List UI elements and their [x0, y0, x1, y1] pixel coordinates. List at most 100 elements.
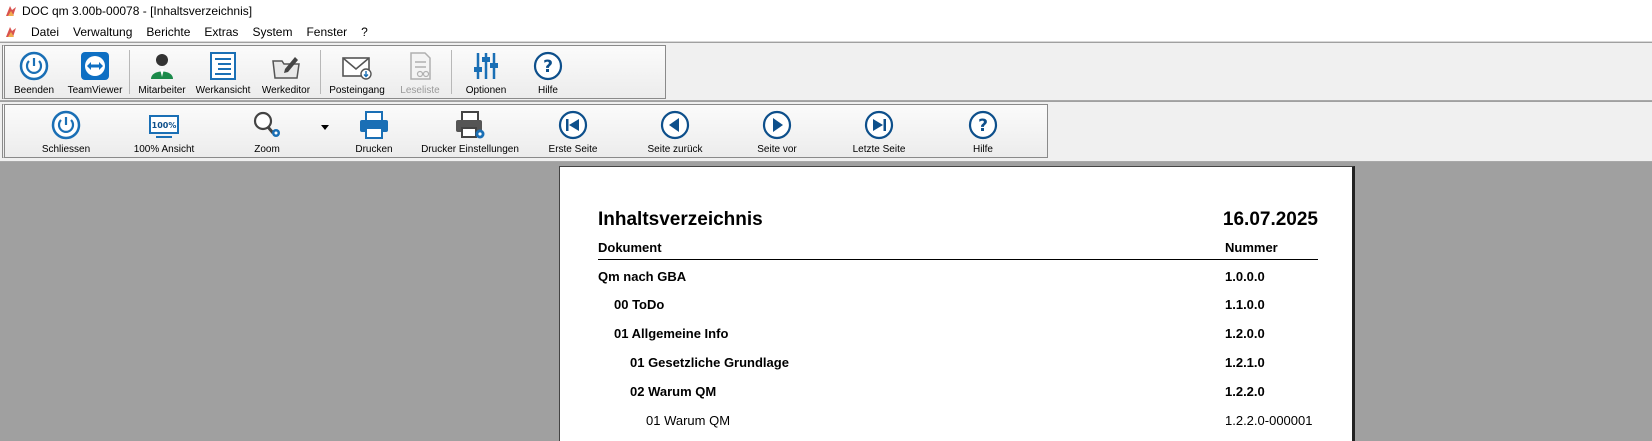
menu-extras[interactable]: Extras — [197, 25, 245, 39]
leseliste-label: Leseliste — [400, 85, 440, 96]
seite-vor-button[interactable]: Seite vor — [727, 105, 827, 157]
row-title: 02 Warum QM — [630, 384, 717, 399]
next-page-icon — [762, 110, 792, 140]
column-header-number: Nummer — [1225, 240, 1278, 255]
beenden-button[interactable]: Beenden — [5, 46, 63, 98]
svg-text:?: ? — [543, 57, 553, 77]
mitarbeiter-label: Mitarbeiter — [138, 85, 186, 96]
first-page-icon — [558, 110, 588, 140]
last-page-icon — [864, 110, 894, 140]
mitarbeiter-button[interactable]: Mitarbeiter — [132, 46, 192, 98]
hilfe-button[interactable]: ? Hilfe — [518, 46, 578, 98]
user-icon — [151, 54, 173, 79]
reading-list-icon — [410, 52, 431, 80]
menu-system[interactable]: System — [245, 25, 299, 39]
seite-vor-label: Seite vor — [757, 144, 797, 155]
table-row: 02 Warum QM 1.2.2.0 — [560, 384, 1352, 404]
menu-fenster[interactable]: Fenster — [299, 25, 354, 39]
row-number: 1.2.0.0 — [1225, 326, 1265, 341]
help-icon: ? — [968, 110, 998, 140]
drucker-einstellungen-label: Drucker Einstellungen — [421, 144, 519, 155]
preview-hilfe-label: Hilfe — [972, 144, 993, 155]
window-title: DOC qm 3.00b-00078 - [Inhaltsverzeichnis… — [22, 4, 253, 18]
ansicht-100-label: 100% Ansicht — [133, 144, 195, 155]
printer-icon — [360, 111, 388, 139]
menu-datei[interactable]: Datei — [24, 25, 66, 39]
preview-area[interactable]: Inhaltsverzeichnis 16.07.2025 Dokument N… — [0, 163, 1652, 441]
zoom-button[interactable]: Zoom — [215, 105, 319, 157]
leseliste-button[interactable]: Leseliste — [391, 46, 449, 98]
toolbar-separator — [129, 50, 130, 94]
beenden-label: Beenden — [13, 85, 55, 96]
toolbar-separator — [320, 50, 321, 94]
help-icon: ? — [533, 51, 563, 81]
werkeditor-button[interactable]: Werkeditor — [254, 46, 318, 98]
optionen-button[interactable]: Optionen — [454, 46, 518, 98]
row-title: 01 Warum QM — [646, 413, 731, 428]
teamviewer-icon — [81, 52, 109, 80]
ansicht-100-button[interactable]: 100% 100% Ansicht — [113, 105, 215, 157]
seite-zurueck-label: Seite zurück — [647, 144, 703, 155]
table-row: 00 ToDo 1.1.0.0 — [560, 297, 1352, 317]
werkansicht-button[interactable]: Werkansicht — [192, 46, 254, 98]
toolbar-separator — [451, 50, 452, 94]
posteingang-label: Posteingang — [329, 85, 385, 96]
werkeditor-label: Werkeditor — [261, 85, 311, 96]
werkansicht-label: Werkansicht — [195, 85, 251, 96]
erste-seite-button[interactable]: Erste Seite — [523, 105, 623, 157]
document-list-icon — [210, 52, 236, 80]
preview-toolbar-band: Schliessen 100% 100% Ansicht Zoom Drucke… — [0, 102, 1652, 162]
zoom-dropdown-button[interactable] — [319, 105, 331, 157]
table-row: Qm nach GBA 1.0.0.0 — [560, 269, 1352, 289]
report-date: 16.07.2025 — [1222, 209, 1318, 230]
report-title: Inhaltsverzeichnis — [598, 209, 763, 230]
folder-edit-icon — [272, 57, 300, 79]
power-icon — [19, 51, 49, 81]
app-menu-icon[interactable] — [4, 25, 18, 39]
zoom-100-icon-text: 100% — [152, 121, 177, 130]
chevron-down-icon — [321, 125, 329, 130]
row-title: 01 Allgemeine Info — [614, 326, 729, 341]
mail-inbox-icon — [342, 57, 372, 80]
zoom-icon — [253, 111, 280, 137]
hilfe-label: Hilfe — [537, 85, 558, 96]
row-number: 1.0.0.0 — [1225, 269, 1265, 284]
row-number: 1.2.2.0-000001 — [1225, 413, 1313, 428]
zoom-label: Zoom — [254, 144, 280, 155]
row-title: 00 ToDo — [614, 297, 665, 312]
posteingang-button[interactable]: Posteingang — [323, 46, 391, 98]
schliessen-label: Schliessen — [41, 144, 91, 155]
preview-toolbar: Schliessen 100% 100% Ansicht Zoom Drucke… — [2, 104, 1048, 158]
menu-help[interactable]: ? — [354, 25, 375, 39]
seite-zurueck-button[interactable]: Seite zurück — [623, 105, 727, 157]
menu-verwaltung[interactable]: Verwaltung — [66, 25, 139, 39]
row-number: 1.2.2.0 — [1225, 384, 1265, 399]
row-title: Qm nach GBA — [598, 269, 687, 284]
menu-bar: Datei Verwaltung Berichte Extras System … — [0, 22, 1652, 42]
optionen-label: Optionen — [465, 85, 507, 96]
main-toolbar-band: Beenden TeamViewer Mitarbeiter Werkansic… — [0, 43, 1652, 101]
column-header-document: Dokument — [598, 240, 662, 255]
zoom-100-icon: 100% — [149, 115, 179, 138]
row-number: 1.2.1.0 — [1225, 355, 1265, 370]
row-number: 1.1.0.0 — [1225, 297, 1265, 312]
teamviewer-button[interactable]: TeamViewer — [63, 46, 127, 98]
drucker-einstellungen-button[interactable]: Drucker Einstellungen — [417, 105, 523, 157]
previous-page-icon — [660, 110, 690, 140]
power-icon — [51, 110, 81, 140]
letzte-seite-button[interactable]: Letzte Seite — [827, 105, 931, 157]
drucken-button[interactable]: Drucken — [331, 105, 417, 157]
erste-seite-label: Erste Seite — [548, 144, 598, 155]
table-row: 01 Allgemeine Info 1.2.0.0 — [560, 326, 1352, 346]
printer-settings-icon — [456, 111, 485, 139]
svg-text:?: ? — [978, 116, 988, 136]
teamviewer-label: TeamViewer — [67, 85, 123, 96]
menu-berichte[interactable]: Berichte — [139, 25, 197, 39]
table-row: 01 Warum QM 1.2.2.0-000001 — [560, 413, 1352, 433]
sliders-icon — [474, 53, 498, 79]
header-divider — [598, 259, 1318, 260]
letzte-seite-label: Letzte Seite — [852, 144, 906, 155]
schliessen-button[interactable]: Schliessen — [19, 105, 113, 157]
preview-hilfe-button[interactable]: ? Hilfe — [931, 105, 1035, 157]
drucken-label: Drucken — [355, 144, 393, 155]
